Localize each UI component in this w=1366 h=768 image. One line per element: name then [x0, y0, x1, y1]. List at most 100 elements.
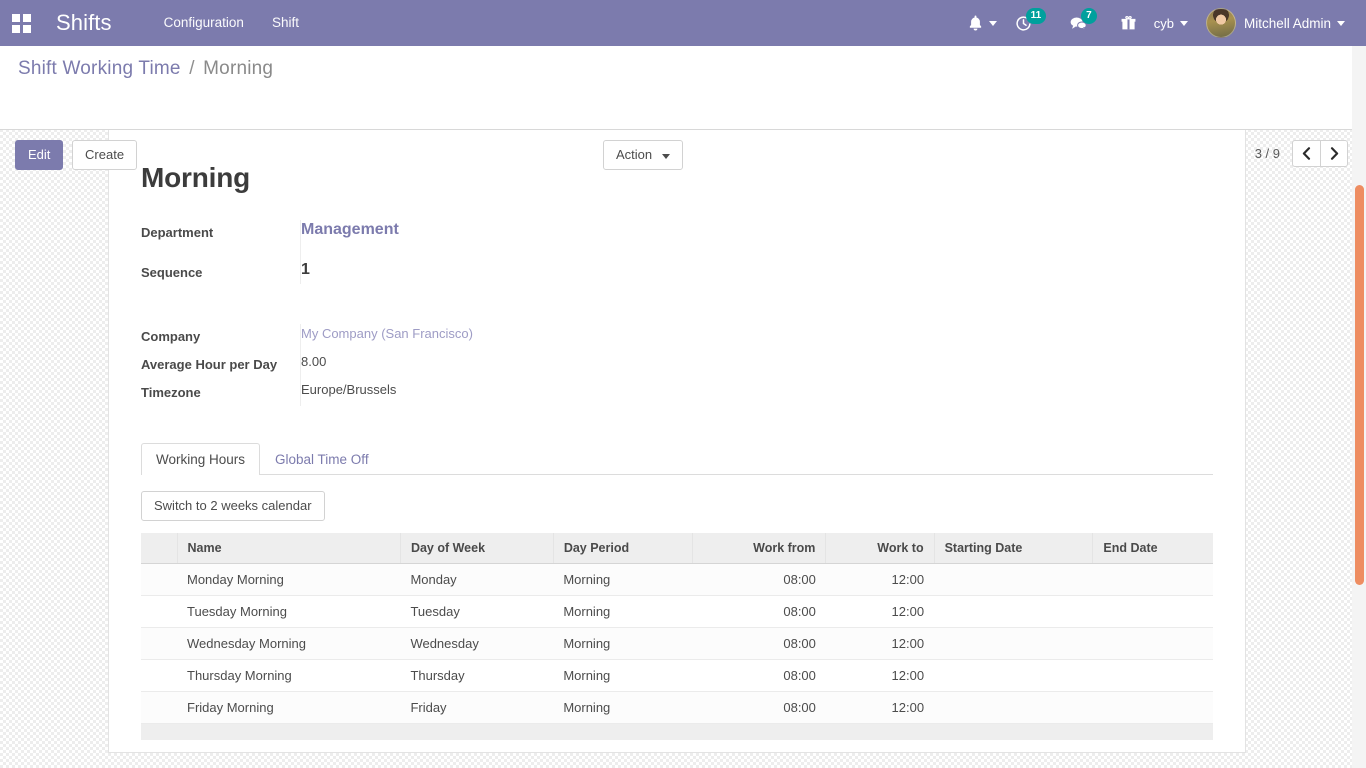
create-button[interactable]: Create: [72, 140, 138, 170]
breadcrumb-separator: /: [189, 58, 195, 79]
cell-name: Friday Morning: [177, 691, 401, 724]
apps-grid-icon: [11, 13, 31, 33]
notebook: Working Hours Global Time Off Switch to …: [141, 442, 1213, 740]
field-value-department: Management: [301, 220, 399, 239]
row-handle[interactable]: [141, 691, 177, 724]
cell-name: Thursday Morning: [177, 659, 401, 692]
working-hours-table: Name Day of Week Day Period Work from Wo…: [141, 533, 1213, 740]
tab-global-time-off[interactable]: Global Time Off: [260, 443, 384, 475]
navbar-menus: Configuration Shift: [150, 0, 313, 46]
menu-configuration[interactable]: Configuration: [150, 0, 258, 46]
cell-day-period: Morning: [553, 691, 693, 724]
activities-count-badge: 11: [1025, 8, 1047, 24]
field-label-company: Company: [141, 329, 201, 344]
action-dropdown-button[interactable]: Action: [603, 140, 683, 170]
gift-icon: [1121, 16, 1136, 30]
control-panel-buttons: Edit Create: [15, 140, 142, 170]
cell-work-to: 12:00: [825, 659, 935, 692]
column-header-end-date[interactable]: End Date: [1092, 533, 1213, 564]
cell-work-from: 08:00: [692, 691, 826, 724]
chevron-down-icon: [661, 154, 670, 159]
table-row[interactable]: Friday Morning Friday Morning 08:00 12:0…: [141, 691, 1213, 724]
field-sequence: Sequence 1: [141, 260, 1213, 282]
cell-end-date: [1092, 563, 1213, 596]
tab-working-hours[interactable]: Working Hours: [141, 443, 261, 475]
column-header-work-from[interactable]: Work from: [692, 533, 827, 564]
cell-starting-date: [934, 595, 1093, 628]
database-menu-button[interactable]: cyb: [1145, 0, 1197, 46]
pager-buttons: [1292, 140, 1348, 167]
column-header-handle: [141, 533, 178, 564]
cell-starting-date: [934, 691, 1093, 724]
row-handle[interactable]: [141, 627, 177, 660]
breadcrumb-current: Morning: [203, 58, 274, 79]
action-menu: Action: [603, 140, 683, 170]
cell-day-of-week: Friday: [400, 691, 554, 724]
cell-work-from: 08:00: [692, 563, 826, 596]
form-sheet: Morning Department Management Sequence 1…: [108, 130, 1246, 753]
table-row[interactable]: Wednesday Morning Wednesday Morning 08:0…: [141, 627, 1213, 660]
notifications-bell-button[interactable]: [959, 0, 1006, 46]
field-label-timezone: Timezone: [141, 385, 201, 400]
table-row[interactable]: Thursday Morning Thursday Morning 08:00 …: [141, 659, 1213, 692]
field-group-secondary: Company My Company (San Francisco) Avera…: [141, 324, 1213, 406]
pager: 3 / 9: [1255, 140, 1348, 167]
row-handle[interactable]: [141, 659, 177, 692]
cell-starting-date: [934, 627, 1093, 660]
control-panel: Shift Working Time / Morning Edit Create…: [0, 46, 1366, 170]
database-name: cyb: [1153, 15, 1174, 31]
row-handle[interactable]: [141, 563, 177, 596]
cell-work-to: 12:00: [825, 691, 935, 724]
column-header-name[interactable]: Name: [177, 533, 401, 564]
field-value-company: My Company (San Francisco): [301, 324, 473, 343]
pager-counter: 3 / 9: [1254, 146, 1280, 161]
field-value-timezone: Europe/Brussels: [301, 382, 397, 397]
cell-starting-date: [934, 659, 1093, 692]
cell-name: Wednesday Morning: [177, 627, 401, 660]
switch-to-2-weeks-calendar-button[interactable]: Switch to 2 weeks calendar: [141, 491, 325, 521]
top-navbar: Shifts Configuration Shift 11 7 cyb Mitc…: [0, 0, 1366, 46]
apps-menu-button[interactable]: [0, 0, 42, 46]
field-company: Company My Company (San Francisco): [141, 324, 1213, 346]
column-header-work-to[interactable]: Work to: [825, 533, 935, 564]
pager-next-button[interactable]: [1320, 140, 1348, 167]
column-header-day-period[interactable]: Day Period: [553, 533, 693, 564]
cell-starting-date: [934, 563, 1093, 596]
table-row[interactable]: Tuesday Morning Tuesday Morning 08:00 12…: [141, 595, 1213, 628]
field-value-average-hour-per-day: 8.00: [301, 354, 327, 369]
cell-day-period: Morning: [553, 563, 693, 596]
app-brand-name[interactable]: Shifts: [42, 0, 120, 46]
cell-day-of-week: Monday: [400, 563, 554, 596]
field-department: Department Management: [141, 220, 1213, 242]
navbar-right-section: 11 7 cyb Mitchell Admin: [959, 0, 1366, 46]
user-menu-button[interactable]: Mitchell Admin: [1197, 0, 1354, 46]
field-average-hour-per-day: Average Hour per Day 8.00: [141, 352, 1213, 374]
activities-button[interactable]: 11: [1006, 0, 1062, 46]
table-footer-row: [141, 723, 1213, 740]
cell-end-date: [1092, 659, 1213, 692]
company-link[interactable]: My Company (San Francisco): [301, 326, 473, 341]
cell-work-to: 12:00: [825, 595, 935, 628]
department-link[interactable]: Management: [301, 221, 399, 238]
cell-work-from: 08:00: [692, 659, 826, 692]
cell-work-to: 12:00: [825, 563, 935, 596]
action-label: Action: [616, 147, 653, 162]
menu-shift[interactable]: Shift: [258, 0, 313, 46]
cell-end-date: [1092, 691, 1213, 724]
column-header-starting-date[interactable]: Starting Date: [934, 533, 1094, 564]
field-timezone: Timezone Europe/Brussels: [141, 380, 1213, 402]
enterprise-gift-button[interactable]: [1112, 0, 1145, 46]
field-label-sequence: Sequence: [141, 265, 203, 280]
field-label-average-hour-per-day: Average Hour per Day: [141, 357, 278, 372]
vertical-scrollbar-thumb[interactable]: [1355, 185, 1364, 585]
row-handle[interactable]: [141, 595, 177, 628]
messages-button[interactable]: 7: [1061, 0, 1112, 46]
pager-previous-button[interactable]: [1292, 140, 1320, 167]
notebook-tabs: Working Hours Global Time Off: [141, 442, 1213, 475]
edit-button[interactable]: Edit: [15, 140, 64, 170]
cell-day-period: Morning: [553, 659, 693, 692]
table-row[interactable]: Monday Morning Monday Morning 08:00 12:0…: [141, 563, 1213, 596]
chevron-right-icon: [1330, 147, 1338, 160]
column-header-day-of-week[interactable]: Day of Week: [400, 533, 554, 564]
breadcrumb-root-link[interactable]: Shift Working Time: [18, 58, 181, 79]
